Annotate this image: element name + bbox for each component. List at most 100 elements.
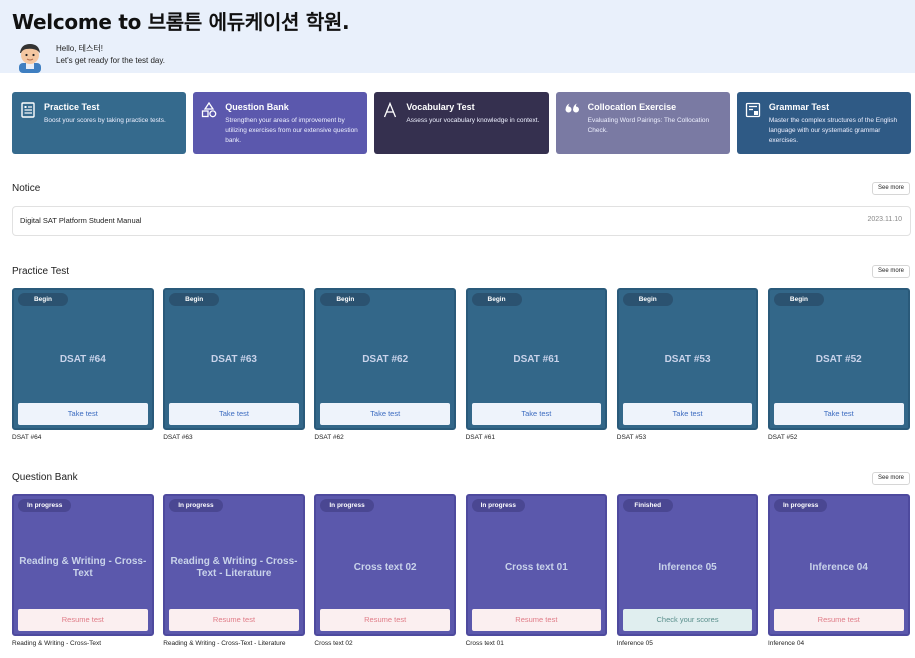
status-badge: Begin bbox=[471, 293, 522, 306]
practice-test-item: Begin DSAT #61 Take test DSAT #61 bbox=[465, 288, 608, 441]
status-badge: In progress bbox=[18, 499, 72, 512]
practice-test-item: Begin DSAT #64 Take test DSAT #64 bbox=[12, 288, 154, 441]
status-badge: In progress bbox=[169, 499, 223, 512]
take-test-button[interactable]: Take test bbox=[471, 403, 602, 425]
status-badge: Begin bbox=[773, 293, 824, 306]
page-title: Welcome to 브롬튼 에듀케이션 학원. bbox=[12, 10, 350, 34]
card-caption: DSAT #64 bbox=[12, 434, 42, 441]
card-caption: DSAT #61 bbox=[465, 434, 495, 441]
avatar bbox=[19, 44, 41, 73]
test-name: DSAT #64 bbox=[59, 354, 106, 365]
feature-description: Master the complex structures of the Eng… bbox=[768, 117, 898, 144]
exercise-name: Inference 04 bbox=[809, 562, 868, 573]
practice-test-card[interactable]: Begin DSAT #52 Take test bbox=[767, 288, 910, 430]
question-bank-item: Finished Inference 05 Check your scores … bbox=[616, 494, 759, 647]
notice-list: Digital SAT Platform Student Manual 2023… bbox=[12, 206, 911, 236]
book-icon bbox=[745, 102, 760, 118]
practice-test-heading: Practice Test bbox=[12, 266, 70, 277]
feature-description: Strengthen your areas of improvement by … bbox=[225, 117, 358, 144]
practice-test-list: Begin DSAT #64 Take test DSAT #64 Begin … bbox=[12, 288, 911, 441]
practice-test-item: Begin DSAT #52 Take test DSAT #52 bbox=[767, 288, 910, 441]
status-badge: In progress bbox=[320, 499, 374, 512]
resume-test-button[interactable]: Resume test bbox=[471, 609, 602, 631]
take-test-button[interactable]: Take test bbox=[320, 403, 450, 425]
welcome-banner: Welcome to 브롬튼 에듀케이션 학원. Hello, 테스터! Let… bbox=[0, 0, 915, 73]
take-test-button[interactable]: Take test bbox=[18, 403, 148, 425]
document-list-icon bbox=[21, 102, 35, 118]
card-caption: Inference 04 bbox=[767, 640, 805, 647]
feature-cards: Practice Test Boost your scores by takin… bbox=[12, 92, 912, 154]
feature-title: Grammar Test bbox=[768, 102, 830, 112]
feature-title: Collocation Exercise bbox=[587, 102, 677, 112]
practice-test-card[interactable]: Begin DSAT #63 Take test bbox=[163, 288, 305, 430]
card-caption: Cross text 02 bbox=[314, 640, 353, 647]
question-bank-card[interactable]: Finished Inference 05 Check your scores bbox=[616, 494, 759, 636]
quote-icon bbox=[565, 103, 579, 113]
card-caption: DSAT #52 bbox=[767, 434, 798, 441]
question-bank-item: In progress Cross text 01 Resume test Cr… bbox=[465, 494, 608, 647]
practice-test-card[interactable]: Begin DSAT #62 Take test bbox=[314, 288, 456, 430]
feature-description: Evaluating Word Pairings: The Collocatio… bbox=[587, 117, 710, 134]
exercise-name: Inference 05 bbox=[658, 562, 717, 573]
test-name: DSAT #62 bbox=[362, 354, 409, 365]
practice-test-card[interactable]: Begin DSAT #61 Take test bbox=[465, 288, 608, 430]
card-caption: Reading & Writing - Cross-Text - Literat… bbox=[163, 640, 286, 647]
question-bank-card[interactable]: In progress Reading & Writing - Cross-Te… bbox=[163, 494, 305, 636]
question-bank-item: In progress Inference 04 Resume test Inf… bbox=[767, 494, 910, 647]
card-caption: Reading & Writing - Cross-Text bbox=[12, 640, 102, 647]
practice-test-card[interactable]: Begin DSAT #64 Take test bbox=[12, 288, 154, 430]
take-test-button[interactable]: Take test bbox=[169, 403, 299, 425]
question-bank-card[interactable]: In progress Cross text 01 Resume test bbox=[465, 494, 608, 636]
exercise-name: Cross text 01 bbox=[504, 562, 568, 573]
question-bank-card[interactable]: In progress Inference 04 Resume test bbox=[767, 494, 910, 636]
status-badge: In progress bbox=[471, 499, 525, 512]
resume-test-button[interactable]: Resume test bbox=[320, 609, 450, 631]
practice-test-item: Begin DSAT #53 Take test DSAT #53 bbox=[616, 288, 759, 441]
card-caption: Cross text 01 bbox=[465, 640, 504, 647]
question-bank-card[interactable]: In progress Cross text 02 Resume test bbox=[314, 494, 456, 636]
notice-see-more-button[interactable]: See more bbox=[872, 182, 910, 195]
feature-title: Vocabulary Test bbox=[406, 102, 475, 112]
feature-card-vocabulary-test[interactable]: Vocabulary Test Assess your vocabulary k… bbox=[374, 92, 549, 154]
take-test-button[interactable]: Take test bbox=[622, 403, 753, 425]
status-badge: Begin bbox=[320, 293, 371, 306]
status-badge: Begin bbox=[169, 293, 220, 306]
notice-item-date: 2023.11.10 bbox=[867, 216, 902, 223]
resume-test-button[interactable]: Resume test bbox=[169, 609, 299, 631]
test-name: DSAT #53 bbox=[664, 354, 711, 365]
question-bank-list: In progress Reading & Writing - Cross-Te… bbox=[12, 494, 911, 647]
greeting-subtitle: Let's get ready for the test day. bbox=[56, 56, 165, 65]
feature-card-collocation-exercise[interactable]: Collocation Exercise Evaluating Word Pai… bbox=[555, 92, 730, 154]
resume-test-button[interactable]: Resume test bbox=[18, 609, 148, 631]
feature-card-practice-test[interactable]: Practice Test Boost your scores by takin… bbox=[12, 92, 187, 154]
notice-item-title[interactable]: Digital SAT Platform Student Manual bbox=[20, 216, 141, 225]
status-badge: Finished bbox=[622, 499, 673, 512]
feature-title: Practice Test bbox=[44, 102, 100, 112]
card-caption: DSAT #53 bbox=[616, 434, 647, 441]
resume-test-button[interactable]: Resume test bbox=[773, 609, 904, 631]
question-bank-heading: Question Bank bbox=[12, 472, 78, 483]
question-bank-item: In progress Reading & Writing - Cross-Te… bbox=[163, 494, 305, 647]
shapes-icon bbox=[202, 102, 217, 118]
practice-test-see-more-button[interactable]: See more bbox=[872, 265, 910, 278]
practice-test-item: Begin DSAT #63 Take test DSAT #63 bbox=[163, 288, 305, 441]
check-scores-button[interactable]: Check your scores bbox=[622, 609, 753, 631]
status-badge: Begin bbox=[18, 293, 68, 306]
greeting-text: Hello, 테스터! bbox=[56, 44, 103, 53]
card-caption: DSAT #62 bbox=[314, 434, 344, 441]
take-test-button[interactable]: Take test bbox=[773, 403, 904, 425]
test-name: DSAT #61 bbox=[513, 354, 560, 365]
exercise-name: Reading & Writing - Cross-Text - Literat… bbox=[170, 556, 298, 579]
question-bank-item: In progress Cross text 02 Resume test Cr… bbox=[314, 494, 456, 647]
exercise-name: Reading & Writing - Cross-Text bbox=[19, 556, 147, 579]
feature-card-question-bank[interactable]: Question Bank Strengthen your areas of i… bbox=[193, 92, 368, 154]
test-name: DSAT #52 bbox=[815, 354, 862, 365]
practice-test-card[interactable]: Begin DSAT #53 Take test bbox=[616, 288, 759, 430]
card-caption: Inference 05 bbox=[616, 640, 653, 647]
feature-title: Question Bank bbox=[225, 102, 289, 112]
card-caption: DSAT #63 bbox=[163, 434, 193, 441]
feature-card-grammar-test[interactable]: Grammar Test Master the complex structur… bbox=[736, 92, 912, 154]
question-bank-card[interactable]: In progress Reading & Writing - Cross-Te… bbox=[12, 494, 154, 636]
question-bank-see-more-button[interactable]: See more bbox=[872, 472, 910, 485]
notice-heading: Notice bbox=[12, 183, 41, 194]
